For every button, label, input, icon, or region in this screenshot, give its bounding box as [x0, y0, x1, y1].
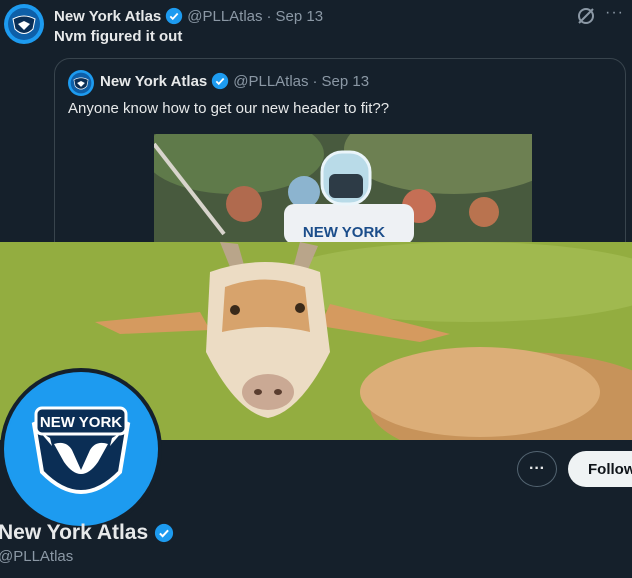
- more-options-button[interactable]: ···: [517, 451, 557, 487]
- more-icon[interactable]: ···: [605, 4, 624, 22]
- new-york-atlas-logo: [8, 8, 40, 40]
- author-name[interactable]: New York Atlas: [54, 8, 161, 25]
- profile-name: New York Atlas: [0, 521, 149, 544]
- verified-badge-icon[interactable]: [154, 523, 174, 543]
- new-york-atlas-logo: NEW YORK: [6, 374, 156, 524]
- profile-avatar-image: NEW YORK: [4, 372, 158, 526]
- verified-badge-icon: [166, 7, 183, 25]
- verified-badge-icon: [212, 72, 229, 90]
- new-york-atlas-logo: [70, 72, 92, 94]
- quoted-tweet-header: New York Atlas @PLLAtlas · Sep 13: [100, 72, 369, 90]
- tweet-header: New York Atlas @PLLAtlas · Sep 13: [54, 6, 323, 26]
- follow-button[interactable]: Follow: [568, 451, 632, 487]
- logo-text: NEW YORK: [40, 414, 122, 431]
- profile-handle: @PLLAtlas: [0, 548, 74, 565]
- quoted-author-handle: @PLLAtlas: [233, 72, 309, 90]
- profile-name-row: New York Atlas: [0, 521, 174, 545]
- author-handle[interactable]: @PLLAtlas: [187, 8, 262, 25]
- quoted-tweet-text: Anyone know how to get our new header to…: [68, 100, 390, 117]
- tweet-text: Nvm figured it out: [54, 28, 183, 45]
- jersey-text: NEW YORK: [303, 224, 385, 241]
- author-avatar[interactable]: [4, 4, 44, 44]
- lacrosse-player-photo[interactable]: NEW YORK: [154, 134, 532, 244]
- separator: ·: [266, 7, 272, 25]
- grok-icon[interactable]: [576, 6, 596, 26]
- separator: ·: [312, 72, 318, 90]
- quoted-tweet-date: Sep 13: [321, 72, 370, 90]
- quoted-author-avatar[interactable]: [68, 70, 94, 96]
- quoted-author-name[interactable]: New York Atlas: [100, 73, 207, 90]
- photo-scene: NEW YORK: [154, 134, 532, 244]
- tweet-date[interactable]: Sep 13: [276, 8, 324, 25]
- profile-avatar[interactable]: NEW YORK: [0, 368, 162, 530]
